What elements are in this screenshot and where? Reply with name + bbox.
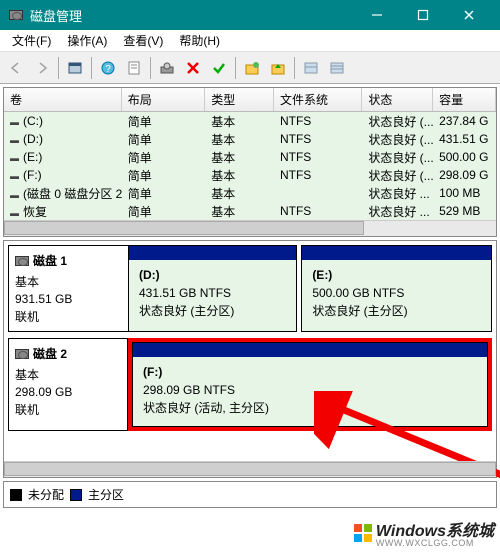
disk-2-info[interactable]: 磁盘 2 基本 298.09 GB 联机 (8, 338, 128, 431)
legend: 未分配 主分区 (3, 481, 497, 508)
partition-f[interactable]: (F:) 298.09 GB NTFS 状态良好 (活动, 主分区) (132, 342, 488, 427)
console-icon[interactable] (63, 56, 87, 80)
partition-d-size: 431.51 GB NTFS (139, 286, 286, 300)
partition-e-size: 500.00 GB NTFS (312, 286, 481, 300)
col-layout[interactable]: 布局 (122, 88, 205, 111)
disk-1-name: 磁盘 1 (33, 252, 67, 269)
disk-2-row: 磁盘 2 基本 298.09 GB 联机 (F:) 298.09 GB NTFS… (8, 338, 492, 431)
col-volume[interactable]: 卷 (4, 88, 122, 111)
disk-2-name: 磁盘 2 (33, 345, 67, 362)
window-title: 磁盘管理 (30, 6, 354, 25)
windows-logo-icon (354, 524, 372, 542)
table-row[interactable]: ▬(C:)简单基本NTFS状态良好 (...237.84 G (4, 112, 496, 130)
disk-1-state: 联机 (15, 308, 122, 325)
partition-e[interactable]: (E:) 500.00 GB NTFS 状态良好 (主分区) (301, 245, 492, 332)
legend-primary-label: 主分区 (88, 486, 124, 503)
col-capacity[interactable]: 容量 (433, 88, 496, 111)
disk-2-basic: 基本 (15, 366, 121, 383)
maximize-button[interactable] (400, 0, 446, 30)
table-row[interactable]: ▬(D:)简单基本NTFS状态良好 (...431.51 G (4, 130, 496, 148)
folder-new-icon[interactable] (240, 56, 264, 80)
partition-d-status: 状态良好 (主分区) (139, 302, 286, 319)
column-headers: 卷 布局 类型 文件系统 状态 容量 (4, 88, 496, 112)
check-icon[interactable] (207, 56, 231, 80)
disk-1-size: 931.51 GB (15, 292, 122, 306)
disk-2-size: 298.09 GB (15, 385, 121, 399)
title-bar: 磁盘管理 (0, 0, 500, 30)
col-status[interactable]: 状态 (362, 88, 433, 111)
col-fs[interactable]: 文件系统 (274, 88, 362, 111)
disk-1-basic: 基本 (15, 273, 122, 290)
partition-e-letter: (E:) (312, 268, 481, 282)
folder-up-icon[interactable] (266, 56, 290, 80)
partition-d[interactable]: (D:) 431.51 GB NTFS 状态良好 (主分区) (128, 245, 297, 332)
disk-icon (15, 349, 29, 359)
partition-f-status: 状态良好 (活动, 主分区) (143, 399, 477, 416)
volume-list: 卷 布局 类型 文件系统 状态 容量 ▬(C:)简单基本NTFS状态良好 (..… (3, 87, 497, 237)
back-icon (4, 56, 28, 80)
minimize-button[interactable] (354, 0, 400, 30)
disk-1-row: 磁盘 1 基本 931.51 GB 联机 (D:) 431.51 GB NTFS… (8, 245, 492, 332)
list-view-icon[interactable] (299, 56, 323, 80)
legend-unallocated-swatch (10, 489, 22, 501)
disk-1-info[interactable]: 磁盘 1 基本 931.51 GB 联机 (8, 245, 128, 332)
disk-2-state: 联机 (15, 401, 121, 418)
settings-icon[interactable] (155, 56, 179, 80)
table-row[interactable]: ▬(磁盘 0 磁盘分区 2)简单基本状态良好 ...100 MB (4, 184, 496, 202)
menu-bar: 文件(F) 操作(A) 查看(V) 帮助(H) (0, 30, 500, 52)
menu-help[interactable]: 帮助(H) (171, 30, 228, 51)
menu-action[interactable]: 操作(A) (59, 30, 115, 51)
help-icon[interactable]: ? (96, 56, 120, 80)
partition-f-size: 298.09 GB NTFS (143, 383, 477, 397)
delete-icon[interactable] (181, 56, 205, 80)
highlighted-partition-box: (F:) 298.09 GB NTFS 状态良好 (活动, 主分区) (128, 338, 492, 431)
close-button[interactable] (446, 0, 492, 30)
app-icon (8, 7, 24, 23)
col-type[interactable]: 类型 (205, 88, 274, 111)
partition-f-letter: (F:) (143, 365, 477, 379)
partition-e-status: 状态良好 (主分区) (312, 302, 481, 319)
horizontal-scrollbar[interactable] (4, 220, 496, 236)
partition-d-letter: (D:) (139, 268, 286, 282)
disk-graphical-view: 磁盘 1 基本 931.51 GB 联机 (D:) 431.51 GB NTFS… (3, 240, 497, 478)
toolbar: ? (0, 52, 500, 84)
graphical-scrollbar[interactable] (4, 461, 496, 477)
properties-icon[interactable] (122, 56, 146, 80)
svg-text:?: ? (105, 64, 111, 75)
forward-icon (30, 56, 54, 80)
watermark: Windows系统城 WWW.WXCLGG.COM (354, 517, 494, 548)
table-row[interactable]: ▬恢复简单基本NTFS状态良好 ...529 MB (4, 202, 496, 220)
legend-primary-swatch (70, 489, 82, 501)
menu-file[interactable]: 文件(F) (4, 30, 59, 51)
legend-unallocated-label: 未分配 (28, 486, 64, 503)
table-row[interactable]: ▬(F:)简单基本NTFS状态良好 (...298.09 G (4, 166, 496, 184)
menu-view[interactable]: 查看(V) (115, 30, 171, 51)
table-row[interactable]: ▬(E:)简单基本NTFS状态良好 (...500.00 G (4, 148, 496, 166)
detail-view-icon[interactable] (325, 56, 349, 80)
disk-icon (15, 256, 29, 266)
